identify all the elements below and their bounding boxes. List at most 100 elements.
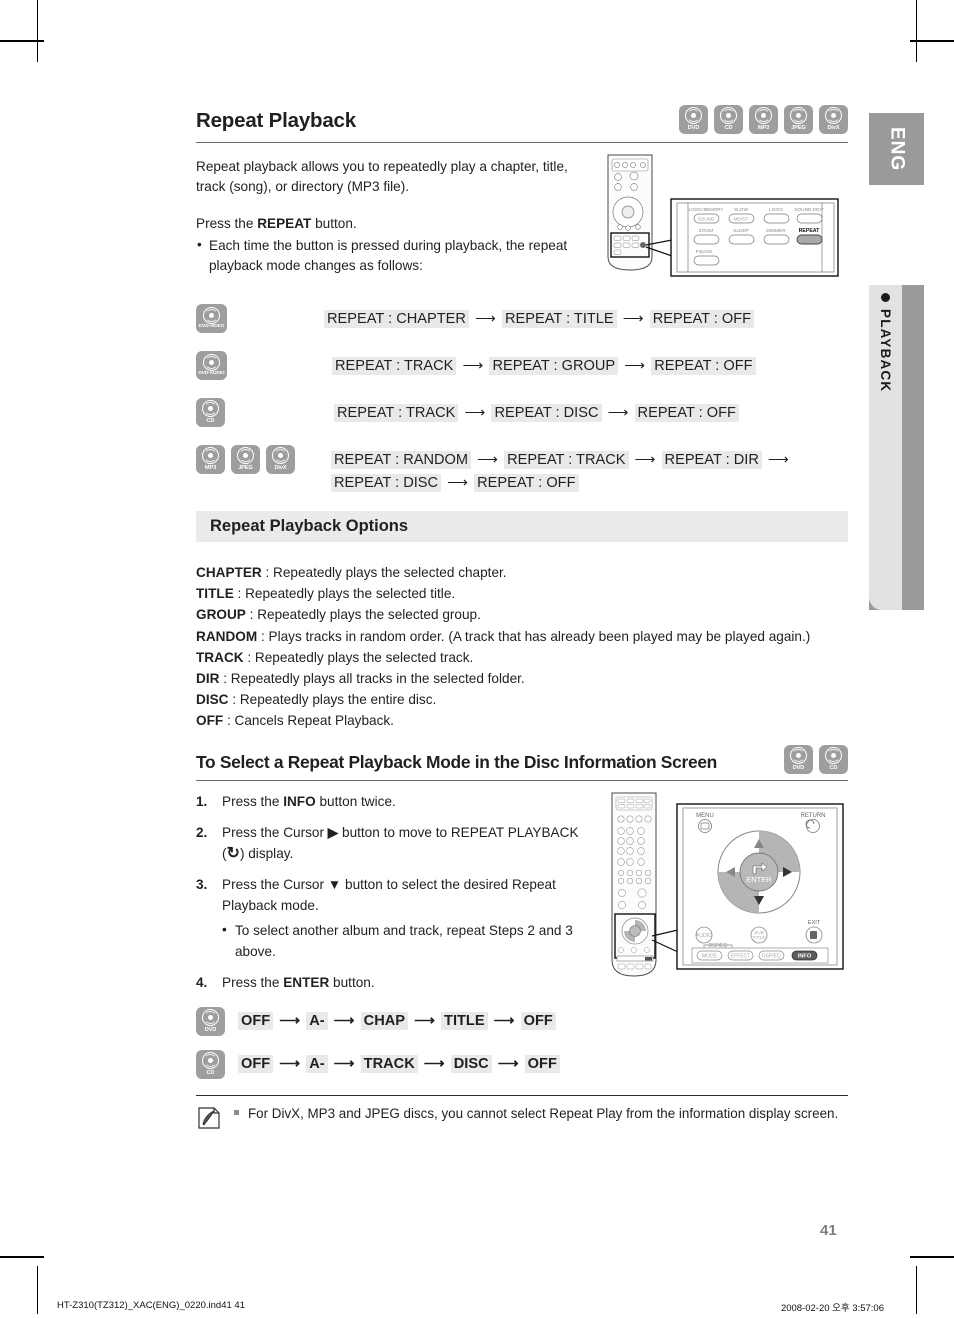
sequence-item: REPEAT : OFF — [651, 357, 756, 375]
disc-chip-label: MP3 — [757, 124, 770, 131]
intro-bullet-1: Each time the button is pressed during p… — [196, 235, 586, 276]
disc-chip-label: DVD-AUDIO — [198, 371, 225, 377]
sequence-item: REPEAT : GROUP — [489, 357, 619, 375]
crop-mark-top-left-h — [0, 40, 44, 42]
disc-chip-label: JPEG — [791, 124, 806, 131]
arrow-icon: ⟶ — [620, 358, 650, 374]
step-number: 4. — [196, 975, 208, 991]
title-divider — [196, 142, 848, 143]
disc-chip-jpeg: JPEG — [784, 105, 813, 134]
arrow-icon: ⟶ — [470, 311, 500, 327]
remote-callout-panel-bottom: MENU RETURN ENTER AUDIO SUB TITLE EXIT D… — [676, 803, 844, 970]
sequence-chips: CD — [196, 1048, 238, 1079]
remote-illustration-top: LOGIC/MEMORY SLOW LOGO SOUND EDIT SOUND … — [600, 152, 850, 287]
sequence-text: REPEAT : CHAPTER ⟶ REPEAT : TITLE ⟶ REPE… — [324, 302, 755, 331]
sequence-chips: DVD-VIDEO — [196, 302, 324, 333]
svg-text:LOGIC/MEMORY: LOGIC/MEMORY — [689, 207, 724, 212]
option-item: GROUP : Repeatedly plays the selected gr… — [196, 604, 848, 625]
crop-mark-bottom-left-v — [37, 1266, 38, 1314]
option-desc: : Repeatedly plays the selected title. — [233, 586, 456, 602]
sequence-text: OFF ⟶ A- ⟶ CHAP ⟶ TITLE ⟶ OFF — [238, 1005, 556, 1033]
intro-prefix: Press the — [196, 216, 258, 231]
arrow-icon: ⟶ — [460, 405, 490, 421]
option-term: DIR — [196, 671, 220, 687]
disc-icon — [685, 107, 702, 125]
sequence-text: OFF ⟶ A- ⟶ TRACK ⟶ DISC ⟶ OFF — [238, 1048, 560, 1076]
step-body: Press the Cursor ▶ button to move to REP… — [222, 823, 596, 864]
sequence-item: OFF — [238, 1011, 274, 1030]
sequence-row-dvd-audio: DVD-AUDIO REPEAT : TRACK ⟶ REPEAT : GROU… — [196, 349, 848, 380]
disc-chip-label: DivX — [274, 464, 287, 471]
arrow-icon: ⟶ — [489, 1012, 519, 1029]
sequence-row-mp3-jpeg-divx: MP3 JPEG DivX REPEAT : RANDOM ⟶ REPEAT :… — [196, 443, 848, 495]
note-text: For DivX, MP3 and JPEG discs, you cannot… — [234, 1104, 848, 1131]
disc-chip-dvd-audio: DVD-AUDIO — [196, 351, 227, 380]
sequence-item: REPEAT : TRACK — [332, 357, 457, 375]
sequence-item: REPEAT : TRACK — [504, 451, 629, 469]
crop-mark-bottom-right-v — [916, 1266, 917, 1314]
sequence-chips: CD — [196, 396, 324, 427]
svg-text:SOUND EDIT: SOUND EDIT — [794, 207, 824, 213]
remote-illustration-bottom: MENU RETURN ENTER AUDIO SUB TITLE EXIT D… — [600, 790, 850, 990]
disc-info-divider — [196, 779, 848, 781]
sequence-item: OFF — [520, 1011, 556, 1030]
arrow-icon: ⟶ — [275, 1012, 305, 1029]
step-body: Press the INFO button twice. — [222, 792, 596, 813]
svg-text:REPEAT: REPEAT — [799, 228, 820, 234]
page-header: Repeat Playback DVD CD MP3 JPEG DivX — [196, 105, 848, 142]
disc-chip-label: DivX — [827, 124, 840, 131]
language-tab: ENG — [869, 113, 924, 185]
step-3: 3. Press the Cursor ▼ button to select t… — [196, 875, 596, 962]
svg-text:AUDIO: AUDIO — [696, 933, 712, 939]
sequence-chips: DVD-AUDIO — [196, 349, 324, 380]
arrow-icon: ⟶ — [630, 452, 660, 468]
repeat-sequences: DVD-VIDEO REPEAT : CHAPTER ⟶ REPEAT : TI… — [196, 302, 848, 495]
option-desc: : Repeatedly plays all tracks in the sel… — [219, 671, 525, 687]
svg-text:ZOOM: ZOOM — [699, 228, 713, 234]
arrow-icon: ⟶ — [603, 405, 633, 421]
remote-body-bottom — [611, 792, 657, 977]
arrow-icon: ⟶ — [443, 475, 473, 491]
step-text: Press the — [222, 793, 284, 809]
option-desc: : Cancels Repeat Playback. — [223, 713, 394, 729]
step-text: ) display. — [239, 845, 294, 861]
sequence-text: REPEAT : RANDOM ⟶ REPEAT : TRACK ⟶ REPEA… — [331, 443, 848, 495]
disc-icon — [720, 107, 737, 125]
step-body: Press the ENTER button. — [222, 973, 596, 994]
option-term: TRACK — [196, 649, 244, 665]
intro-text: Repeat playback allows you to repeatedly… — [196, 157, 586, 276]
svg-text:SOUND: SOUND — [698, 216, 715, 221]
sequence-item: REPEAT : TITLE — [501, 310, 617, 328]
disc-chip-divx: DivX — [266, 445, 295, 474]
option-term: GROUP — [196, 607, 246, 623]
arrow-icon: ⟶ — [458, 358, 488, 374]
disc-icon — [237, 447, 254, 465]
svg-text:DSP/EQ: DSP/EQ — [709, 943, 728, 949]
option-item: RANDOM : Plays tracks in random order. (… — [196, 626, 848, 647]
cursor-down-icon: ▼ — [327, 877, 342, 893]
sequence-item: OFF — [238, 1054, 274, 1073]
disc-chip-cd: CD — [196, 398, 225, 427]
intro-paragraph-1: Repeat playback allows you to repeatedly… — [196, 159, 568, 194]
step-text: Press the Cursor — [222, 877, 328, 893]
note-box: For DivX, MP3 and JPEG discs, you cannot… — [196, 1094, 848, 1131]
disc-icon — [790, 107, 807, 125]
sequence-item: REPEAT : CHAPTER — [324, 310, 469, 328]
disc-chip-label: JPEG — [238, 464, 253, 471]
bottom-sequence-row-dvd: DVD OFF ⟶ A- ⟶ CHAP ⟶ TITLE ⟶ OFF — [196, 1005, 848, 1036]
step-1: 1. Press the INFO button twice. — [196, 792, 596, 813]
arrow-icon: ⟶ — [419, 1055, 449, 1072]
step-text: Press the — [222, 975, 284, 991]
arrow-icon: ⟶ — [275, 1055, 305, 1072]
disc-chip-dvd: DVD — [196, 1006, 225, 1036]
bottom-sequence-row-cd: CD OFF ⟶ A- ⟶ TRACK ⟶ DISC ⟶ OFF — [196, 1048, 848, 1079]
option-desc: : Repeatedly plays the selected track. — [243, 649, 474, 665]
crop-mark-top-left-v — [37, 0, 38, 62]
sequence-row-dvd-video: DVD-VIDEO REPEAT : CHAPTER ⟶ REPEAT : TI… — [196, 302, 848, 333]
arrow-icon: ⟶ — [473, 452, 503, 468]
step-text: button. — [329, 975, 375, 991]
arrow-icon: ⟶ — [493, 1055, 523, 1072]
section-tab: PLAYBACK — [869, 285, 902, 610]
cursor-right-icon: ▶ — [327, 825, 339, 841]
step-text: Press the Cursor — [222, 825, 328, 841]
